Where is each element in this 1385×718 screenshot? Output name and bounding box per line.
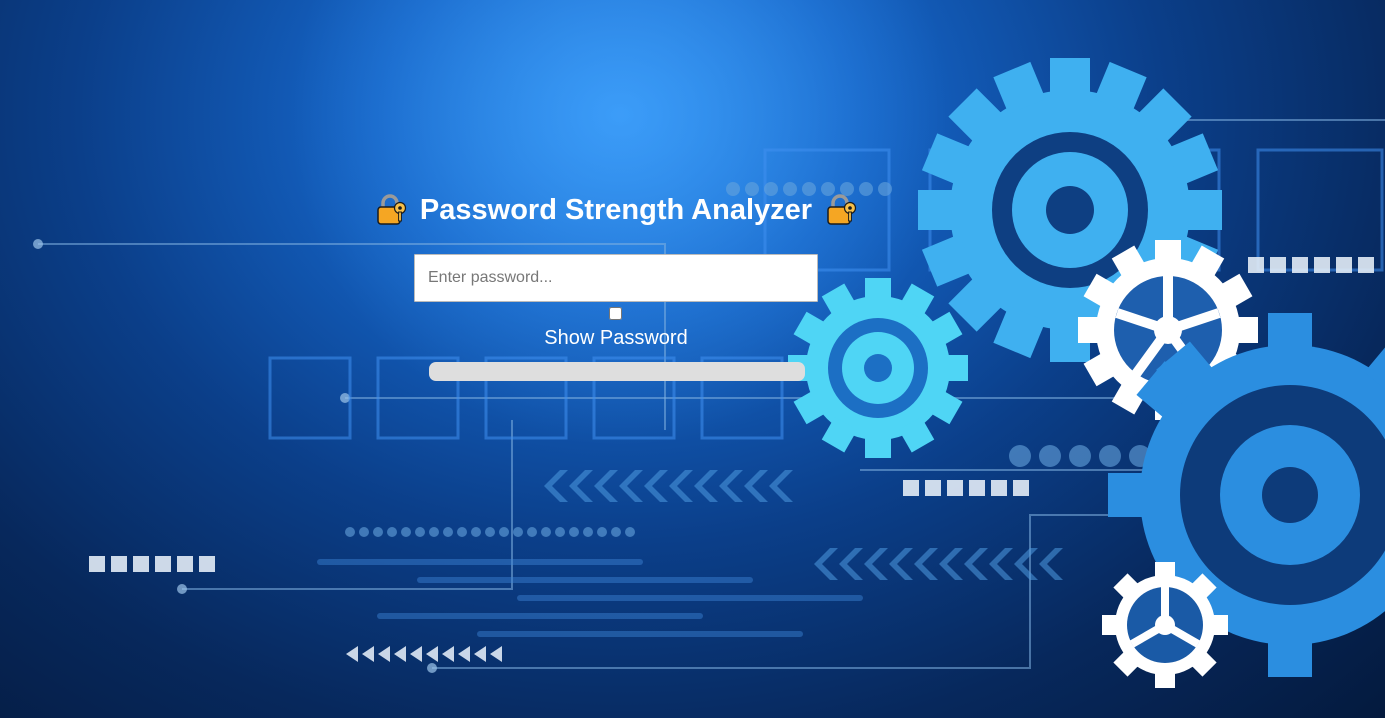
page-title-text: Password Strength Analyzer (419, 193, 813, 226)
password-analyzer-app: Password Strength Analyzer Show Password (0, 0, 1385, 718)
locked-with-key-icon (377, 194, 407, 225)
show-password-label: Show Password (544, 327, 688, 349)
strength-meter (429, 362, 805, 381)
page-title: Password Strength Analyzer (366, 192, 866, 228)
locked-with-key-icon (827, 194, 857, 225)
password-input[interactable] (414, 254, 818, 302)
show-password-checkbox[interactable] (609, 307, 622, 320)
